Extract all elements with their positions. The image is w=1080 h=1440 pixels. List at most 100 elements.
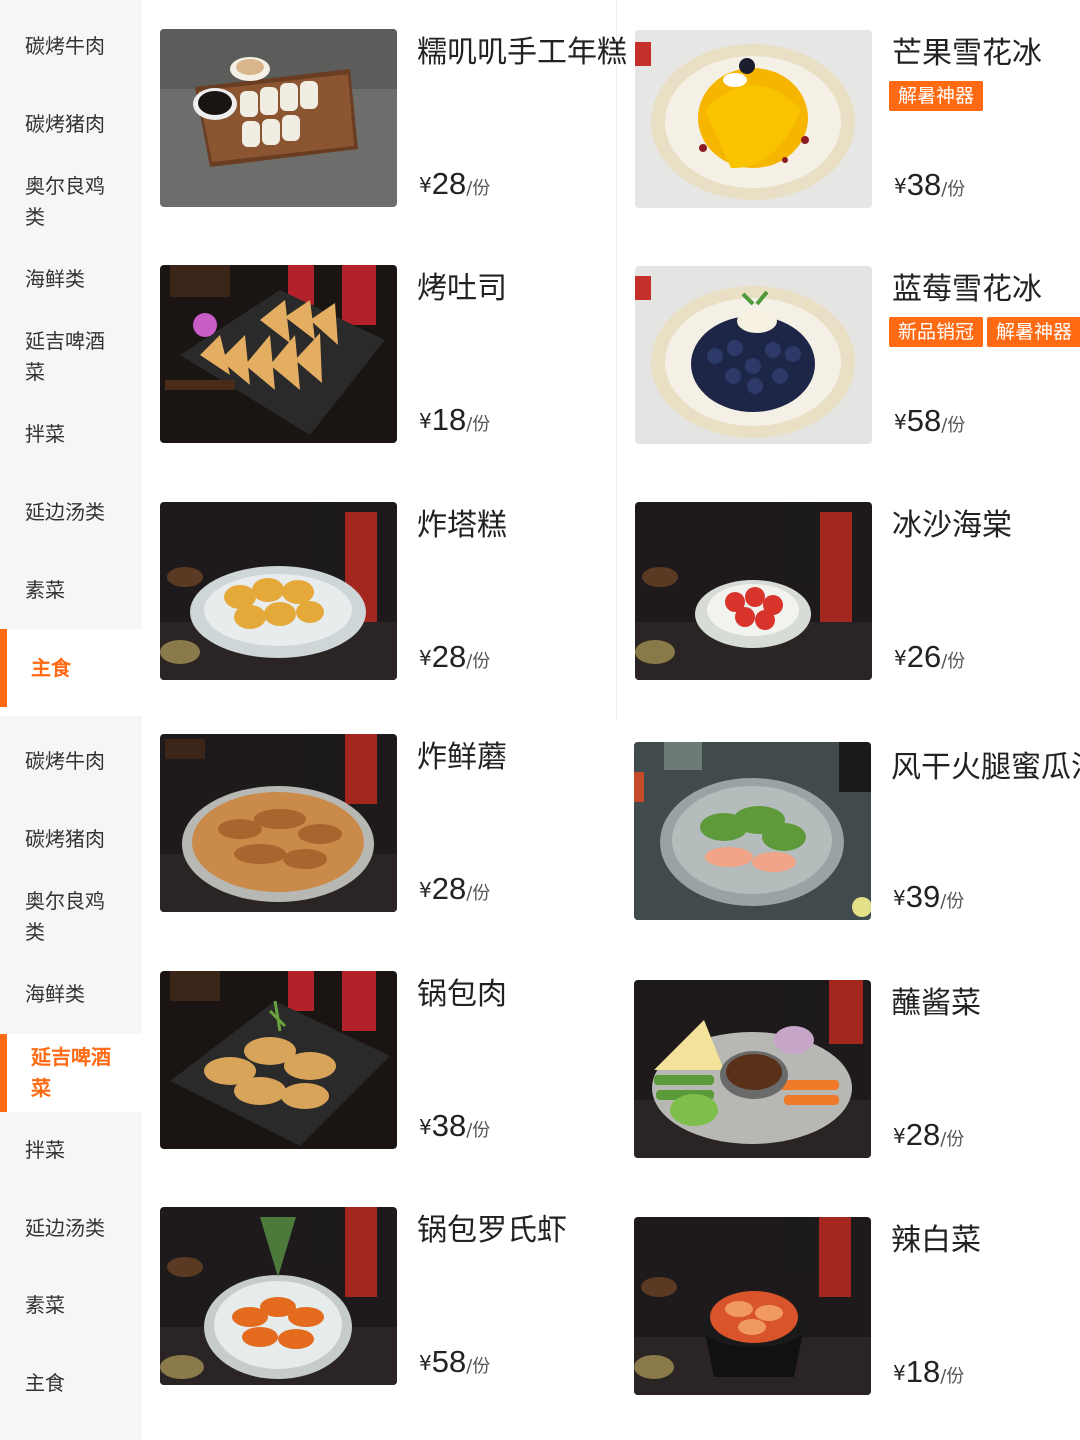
category-item[interactable]: 拌菜 — [0, 1135, 142, 1166]
category-sidebar-top: 碳烤牛肉 碳烤猪肉 奥尔良鸡类 海鲜类 延吉啤酒菜 拌菜 延边汤类 素菜 主食 — [0, 0, 142, 707]
dish-name: 风干火腿蜜瓜沙拉 — [891, 750, 1080, 785]
rice-cake-board-image — [160, 29, 397, 207]
dish-tag: 解暑神器 — [987, 317, 1080, 347]
dish-tag: 新品销冠 — [889, 317, 984, 347]
dish-price: ¥28/份 — [419, 871, 490, 907]
dish-price: ¥39/份 — [893, 879, 964, 915]
shrimp-plate-image — [160, 1207, 397, 1385]
category-item[interactable]: 碳烤牛肉 — [0, 746, 142, 777]
category-label-line: 类 — [25, 920, 45, 944]
category-item[interactable]: 碳烤猪肉 — [0, 824, 142, 855]
dish-tags: 新品销冠 解暑神器 — [889, 317, 1080, 347]
price-amount: 18 — [905, 1354, 941, 1389]
dish-name: 蓝莓雪花冰 — [892, 272, 1042, 307]
category-item[interactable]: 素菜 — [0, 575, 142, 606]
category-item[interactable]: 素菜 — [0, 1290, 142, 1321]
currency-symbol: ¥ — [894, 174, 907, 198]
currency-symbol: ¥ — [893, 1361, 906, 1385]
category-item-active[interactable]: 主食 — [0, 629, 142, 707]
price-amount: 28 — [905, 1117, 941, 1152]
currency-symbol: ¥ — [894, 646, 907, 670]
begonia-slush-image — [635, 502, 872, 680]
column-divider — [616, 0, 617, 720]
price-amount: 28 — [431, 871, 467, 906]
category-label-line: 类 — [25, 205, 45, 229]
dipping-vegetables-image — [634, 980, 871, 1158]
dish-name: 锅包肉 — [417, 977, 507, 1012]
dish-name: 锅包罗氏虾 — [417, 1213, 567, 1248]
fried-rice-cake-image — [160, 502, 397, 680]
price-amount: 58 — [431, 1344, 467, 1379]
currency-symbol: ¥ — [419, 646, 432, 670]
dish-name: 蘸酱菜 — [891, 986, 981, 1021]
dish-price: ¥58/份 — [419, 1344, 490, 1380]
dish-name: 冰沙海棠 — [892, 508, 1012, 543]
dish-price: ¥18/份 — [419, 402, 490, 438]
dish-name: 辣白菜 — [891, 1223, 981, 1258]
category-item[interactable]: 延吉啤酒菜 — [0, 326, 142, 388]
category-item[interactable]: 主食 — [0, 1368, 142, 1399]
dish-name: 烤吐司 — [417, 271, 507, 306]
dish-name: 炸鲜蘑 — [417, 740, 507, 775]
category-label-line: 菜 — [31, 1076, 51, 1100]
price-unit: /份 — [941, 415, 966, 436]
dish-price: ¥38/份 — [894, 167, 965, 203]
category-item[interactable]: 海鲜类 — [0, 264, 142, 295]
price-unit: /份 — [941, 179, 966, 200]
category-label-line: 延吉啤酒 — [31, 1045, 111, 1069]
price-amount: 38 — [906, 167, 942, 202]
category-item[interactable]: 海鲜类 — [0, 979, 142, 1010]
dish-price: ¥18/份 — [893, 1354, 964, 1390]
dish-tags: 解暑神器 — [889, 81, 987, 111]
price-amount: 58 — [906, 403, 942, 438]
dish-price: ¥28/份 — [893, 1117, 964, 1153]
kimchi-image — [634, 1217, 871, 1395]
dish-price: ¥28/份 — [419, 639, 490, 675]
currency-symbol: ¥ — [419, 878, 432, 902]
dish-name: 芒果雪花冰 — [892, 36, 1042, 71]
dish-name: 糯叽叽手工年糕 — [417, 35, 627, 70]
price-unit: /份 — [466, 414, 491, 435]
price-amount: 28 — [431, 639, 467, 674]
category-item[interactable]: 碳烤牛肉 — [0, 31, 142, 62]
category-item[interactable]: 碳烤猪肉 — [0, 109, 142, 140]
fried-mushroom-image — [160, 734, 397, 912]
currency-symbol: ¥ — [419, 173, 432, 197]
currency-symbol: ¥ — [894, 410, 907, 434]
category-label-line: 延吉啤酒 — [25, 329, 105, 353]
price-unit: /份 — [941, 651, 966, 672]
currency-symbol: ¥ — [419, 1351, 432, 1375]
dish-tag: 解暑神器 — [889, 81, 984, 111]
price-unit: /份 — [940, 1366, 965, 1387]
dish-price: ¥58/份 — [894, 403, 965, 439]
category-sidebar-bottom: 碳烤牛肉 碳烤猪肉 奥尔良鸡类 海鲜类 延吉啤酒菜 拌菜 延边汤类 素菜 主食 — [0, 716, 142, 1440]
price-unit: /份 — [466, 883, 491, 904]
ham-melon-salad-image — [634, 742, 871, 920]
category-item-active[interactable]: 延吉啤酒菜 — [0, 1034, 142, 1112]
category-item[interactable]: 延边汤类 — [0, 497, 142, 528]
dish-price: ¥38/份 — [419, 1108, 490, 1144]
dish-price: ¥28/份 — [419, 166, 490, 202]
mango-shaved-ice-image — [635, 30, 872, 208]
category-item[interactable]: 拌菜 — [0, 419, 142, 450]
category-label-line: 奥尔良鸡 — [25, 174, 105, 198]
price-amount: 26 — [906, 639, 942, 674]
currency-symbol: ¥ — [893, 886, 906, 910]
price-amount: 18 — [431, 402, 467, 437]
price-unit: /份 — [466, 178, 491, 199]
category-item[interactable]: 奥尔良鸡类 — [0, 886, 142, 948]
price-unit: /份 — [466, 651, 491, 672]
sweet-sour-pork-image — [160, 971, 397, 1149]
dish-name: 炸塔糕 — [417, 508, 507, 543]
currency-symbol: ¥ — [893, 1124, 906, 1148]
price-unit: /份 — [940, 1129, 965, 1150]
price-unit: /份 — [466, 1356, 491, 1377]
price-unit: /份 — [466, 1120, 491, 1141]
currency-symbol: ¥ — [419, 409, 432, 433]
category-item[interactable]: 奥尔良鸡类 — [0, 171, 142, 233]
category-label-line: 奥尔良鸡 — [25, 889, 105, 913]
price-amount: 38 — [431, 1108, 467, 1143]
price-amount: 39 — [905, 879, 941, 914]
category-item[interactable]: 延边汤类 — [0, 1213, 142, 1244]
dish-price: ¥26/份 — [894, 639, 965, 675]
